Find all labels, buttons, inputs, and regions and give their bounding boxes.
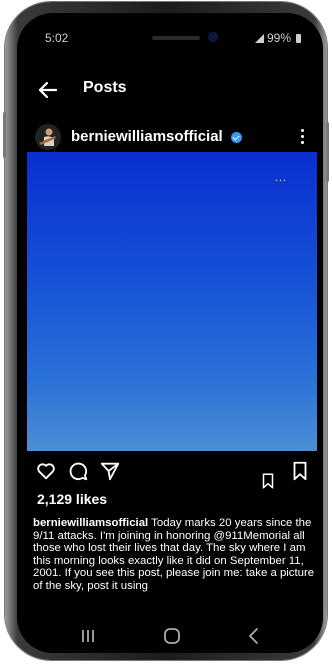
battery-icon <box>296 33 301 43</box>
likes-count[interactable]: 2,129 likes <box>37 491 107 507</box>
post-caption: berniewilliamsofficial Today marks 20 ye… <box>33 517 315 593</box>
volume-button <box>3 112 6 158</box>
phone-frame: 5:02 99% Posts berniewilliamsofficial ..… <box>3 2 329 660</box>
save-button-small[interactable] <box>259 472 283 496</box>
share-button[interactable] <box>99 460 123 484</box>
post-image[interactable]: ... <box>27 152 317 451</box>
heart-icon <box>37 463 55 480</box>
verified-badge-icon <box>231 132 242 143</box>
front-camera <box>209 33 217 41</box>
status-bar: 5:02 99% <box>17 13 323 57</box>
post-actions <box>17 460 323 489</box>
recents-icon <box>82 630 94 642</box>
power-button <box>326 122 329 182</box>
more-vertical-icon[interactable] <box>299 129 305 147</box>
back-arrow-icon <box>38 81 58 99</box>
page-title: Posts <box>83 79 127 96</box>
signal-icon <box>254 33 264 43</box>
earpiece-speaker <box>152 36 200 40</box>
app-bar: Posts <box>17 75 323 105</box>
battery-percent: 99% <box>266 31 291 45</box>
screen: 5:02 99% Posts berniewilliamsofficial ..… <box>17 13 323 653</box>
recents-button[interactable] <box>77 625 99 647</box>
status-time: 5:02 <box>45 31 69 45</box>
avatar-image <box>35 124 61 150</box>
more-horizontal-icon[interactable]: ... <box>275 172 287 184</box>
avatar[interactable] <box>35 124 61 150</box>
home-button[interactable] <box>161 625 183 647</box>
comment-icon <box>69 462 88 481</box>
comment-button[interactable] <box>67 460 91 484</box>
system-back-button[interactable] <box>243 625 265 647</box>
back-nav-icon <box>249 628 258 644</box>
post-username[interactable]: berniewilliamsofficial <box>71 128 223 145</box>
like-button[interactable] <box>35 460 59 484</box>
back-button[interactable] <box>35 77 61 103</box>
share-icon <box>100 462 120 481</box>
bookmark-icon <box>293 461 307 481</box>
home-icon <box>164 628 180 644</box>
caption-username[interactable]: berniewilliamsofficial <box>33 517 148 529</box>
save-button[interactable] <box>289 460 313 484</box>
status-indicators: 99% <box>254 31 301 45</box>
bookmark-icon <box>262 473 274 489</box>
system-nav-bar <box>17 619 323 653</box>
post-header: berniewilliamsofficial <box>17 121 323 153</box>
